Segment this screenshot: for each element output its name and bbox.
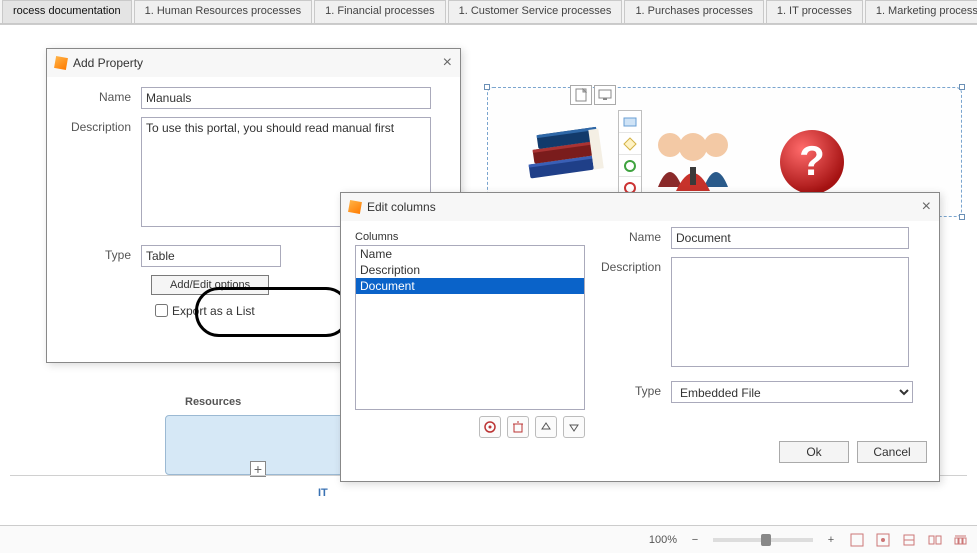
edit-columns-title: Edit columns [367, 200, 436, 214]
export-as-list-checkbox[interactable] [155, 304, 168, 317]
column-type-select[interactable]: Embedded File [671, 381, 913, 403]
edit-columns-dialog: Edit columns × Columns Name Description … [340, 192, 940, 482]
cancel-button[interactable]: Cancel [857, 441, 927, 463]
close-icon[interactable]: × [443, 54, 452, 72]
list-item[interactable]: Description [356, 262, 584, 278]
view-mode2-icon[interactable] [875, 532, 891, 548]
add-column-button[interactable] [479, 416, 501, 438]
ok-button[interactable]: Ok [779, 441, 849, 463]
resize-handle[interactable] [484, 84, 490, 90]
resize-handle[interactable] [959, 84, 965, 90]
tab-it-processes[interactable]: 1. IT processes [766, 0, 863, 23]
palette-rect-icon[interactable] [619, 111, 641, 133]
label-type: Type [61, 245, 141, 262]
columns-toolbar [355, 416, 585, 438]
books-icon [510, 110, 610, 200]
palette-circle-green-icon[interactable] [619, 155, 641, 177]
shape-palette [618, 110, 642, 200]
move-down-button[interactable] [563, 416, 585, 438]
view-mode4-icon[interactable] [927, 532, 943, 548]
view-mode5-icon[interactable] [953, 532, 969, 548]
move-up-button[interactable] [535, 416, 557, 438]
dialog-app-icon [348, 200, 362, 214]
label-type: Type [601, 381, 671, 398]
label-description: Description [61, 117, 141, 134]
element-page-icon[interactable] [570, 85, 592, 105]
people-icon [643, 125, 743, 195]
close-icon[interactable]: × [922, 198, 931, 216]
label-description: Description [601, 257, 671, 274]
tab-process-documentation[interactable]: rocess documentation [2, 0, 132, 23]
resize-handle[interactable] [959, 214, 965, 220]
view-mode1-icon[interactable] [849, 532, 865, 548]
columns-listbox[interactable]: Name Description Document [355, 245, 585, 410]
document-tabstrip: rocess documentation 1. Human Resources … [0, 0, 977, 24]
list-item[interactable]: Document [356, 278, 584, 294]
tab-financial-processes[interactable]: 1. Financial processes [314, 0, 445, 23]
canvas-resources-label: Resources [185, 396, 241, 408]
tab-hr-processes[interactable]: 1. Human Resources processes [134, 0, 313, 23]
tab-purchases-processes[interactable]: 1. Purchases processes [624, 0, 763, 23]
add-property-title: Add Property [73, 56, 143, 70]
edit-columns-body: Columns Name Description Document Name D… [341, 221, 939, 471]
tab-marketing-processes[interactable]: 1. Marketing processes [865, 0, 977, 23]
canvas-it-label: IT [318, 487, 328, 499]
column-detail-form: Name Description Type Embedded File [601, 227, 921, 411]
type-field[interactable] [141, 245, 281, 267]
label-name: Name [601, 227, 671, 244]
label-export-as-list: Export as a List [172, 304, 255, 318]
element-screen-icon[interactable] [594, 85, 616, 105]
add-property-titlebar[interactable]: Add Property × [47, 49, 460, 77]
selected-element-toolbar [570, 85, 616, 105]
column-description-field[interactable] [671, 257, 909, 367]
list-item[interactable]: Name [356, 246, 584, 262]
name-field[interactable] [141, 87, 431, 109]
add-edit-options-button[interactable]: Add/Edit options [151, 275, 269, 295]
zoom-percent-label: 100% [649, 534, 677, 546]
zoom-out-icon[interactable]: − [687, 532, 703, 548]
label-name: Name [61, 87, 141, 104]
view-mode3-icon[interactable] [901, 532, 917, 548]
zoom-slider[interactable] [713, 538, 813, 542]
dialog-app-icon [54, 56, 68, 70]
edit-columns-titlebar[interactable]: Edit columns × [341, 193, 939, 221]
palette-diamond-icon[interactable] [619, 133, 641, 155]
zoom-slider-thumb[interactable] [761, 534, 771, 546]
zoom-in-icon[interactable]: + [823, 532, 839, 548]
column-name-field[interactable] [671, 227, 909, 249]
delete-column-button[interactable] [507, 416, 529, 438]
statusbar: 100% − + [0, 525, 977, 553]
svg-text:?: ? [799, 137, 825, 184]
tab-customer-service-processes[interactable]: 1. Customer Service processes [448, 0, 623, 23]
help-question-icon: ? [775, 125, 849, 199]
